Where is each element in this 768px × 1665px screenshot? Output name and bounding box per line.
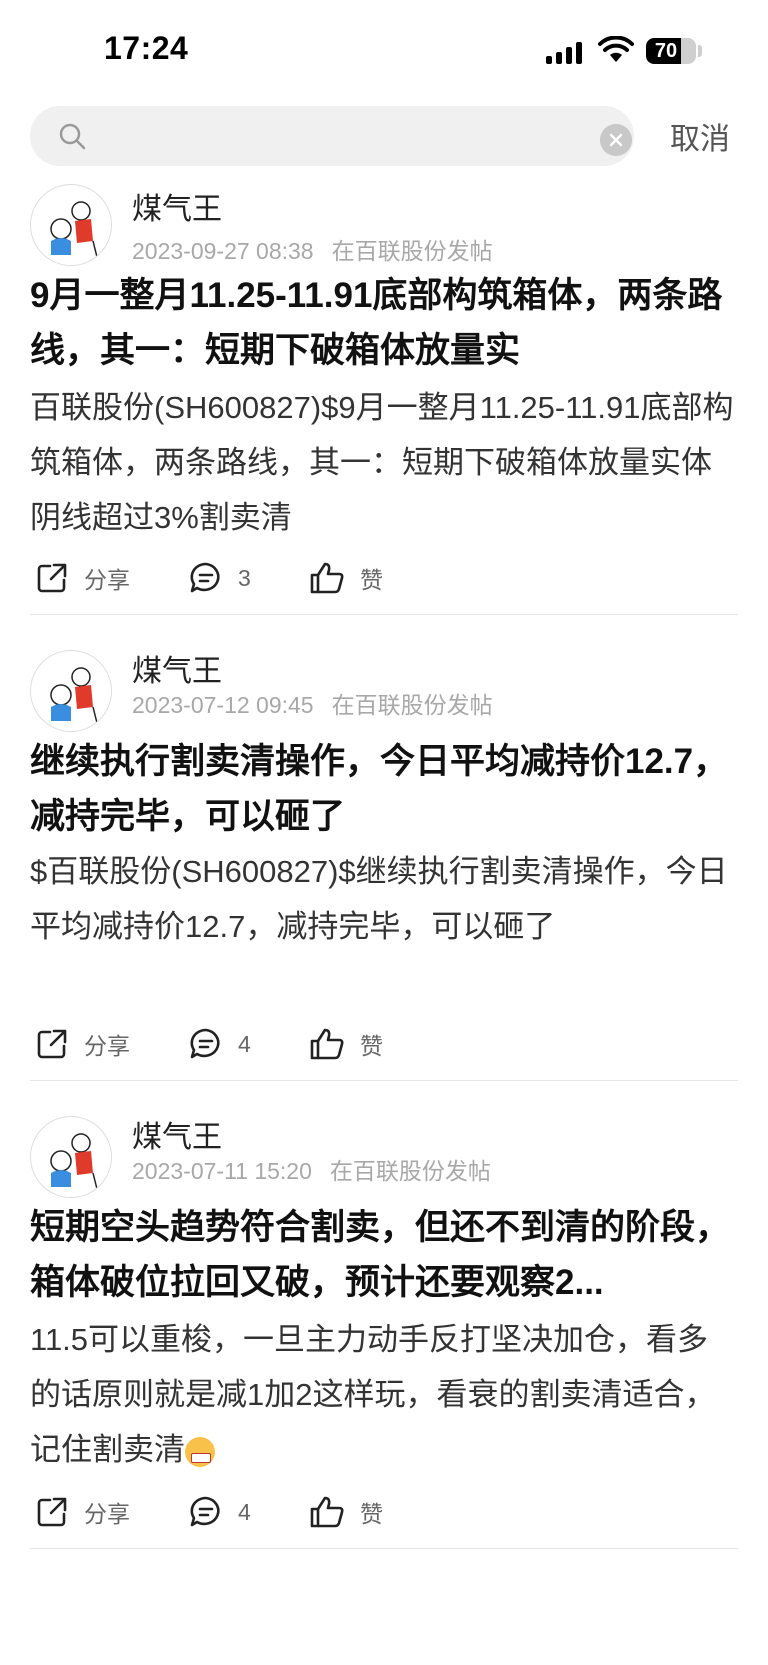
cellular-signal-icon <box>546 40 586 64</box>
share-label: 分享 <box>84 567 130 593</box>
post-title[interactable]: 短期空头趋势符合割卖，但还不到清的阶段，箱体破位拉回又破，预计还要观察2... <box>30 1200 738 1310</box>
share-icon <box>37 1029 67 1059</box>
avatar[interactable] <box>30 184 112 266</box>
post-actions: 分享 3 赞 <box>0 558 768 598</box>
divider <box>30 1080 738 1081</box>
status-bar: 17:24 70 <box>0 0 768 100</box>
post-card[interactable]: 煤气王 2023-07-11 15:20 在百联股份发帖 短期空头趋势符合割卖，但… <box>0 1112 768 1665</box>
share-button[interactable]: 分享 <box>34 1024 130 1064</box>
thumbs-up-icon <box>310 1496 344 1528</box>
like-label: 赞 <box>360 567 383 593</box>
search-bar[interactable] <box>30 106 634 166</box>
post-body-text: 11.5可以重梭，一旦主力动手反打坚决加仓，看多的话原则就是减1加2这样玩，看衰… <box>30 1322 716 1467</box>
comment-button[interactable]: 4 <box>188 1024 251 1064</box>
search-input[interactable] <box>102 116 576 158</box>
author-name[interactable]: 煤气王 <box>132 184 222 228</box>
search-icon <box>59 123 86 150</box>
clear-icon[interactable] <box>600 124 632 156</box>
author-name[interactable]: 煤气王 <box>132 1112 222 1156</box>
share-label: 分享 <box>84 1033 130 1059</box>
comment-count: 4 <box>238 1030 251 1057</box>
author-name[interactable]: 煤气王 <box>132 646 222 690</box>
avatar[interactable] <box>30 650 112 732</box>
battery-tip <box>698 45 702 57</box>
cancel-button[interactable]: 取消 <box>670 114 730 158</box>
divider <box>30 1548 738 1549</box>
post-card[interactable]: 煤气王 2023-09-27 08:38 在百联股份发帖 9月一整月11.25-1… <box>0 180 768 650</box>
like-button[interactable]: 赞 <box>308 1024 383 1064</box>
post-actions: 分享 4 赞 <box>0 1024 768 1064</box>
like-button[interactable]: 赞 <box>308 1492 383 1532</box>
post-timestamp: 2023-07-12 09:45 <box>132 692 314 718</box>
post-location[interactable]: 在百联股份发帖 <box>332 692 493 718</box>
grimace-emoji-icon <box>185 1436 215 1467</box>
wifi-icon <box>598 36 634 62</box>
post-location[interactable]: 在百联股份发帖 <box>332 238 493 264</box>
comment-count: 3 <box>238 564 251 591</box>
thumbs-up-icon <box>310 562 344 594</box>
post-timestamp: 2023-07-11 15:20 <box>132 1158 312 1184</box>
share-button[interactable]: 分享 <box>34 558 130 598</box>
post-timestamp: 2023-09-27 08:38 <box>132 238 314 264</box>
post-body[interactable]: $百联股份(SH600827)$继续执行割卖清操作，今日平均减持价12.7，减持… <box>30 844 738 954</box>
post-location[interactable]: 在百联股份发帖 <box>330 1158 491 1184</box>
comment-button[interactable]: 4 <box>188 1492 251 1532</box>
post-title[interactable]: 继续执行割卖清操作，今日平均减持价12.7，减持完毕，可以砸了 <box>30 734 738 844</box>
like-label: 赞 <box>360 1501 383 1527</box>
like-button[interactable]: 赞 <box>308 558 383 598</box>
comment-icon <box>190 1028 220 1059</box>
post-body[interactable]: 11.5可以重梭，一旦主力动手反打坚决加仓，看多的话原则就是减1加2这样玩，看衰… <box>30 1312 738 1477</box>
comment-icon <box>190 562 220 593</box>
post-meta: 2023-07-11 15:20 在百联股份发帖 <box>132 1152 491 1186</box>
status-time: 17:24 <box>104 30 189 66</box>
share-button[interactable]: 分享 <box>34 1492 130 1532</box>
post-title-text: 短期空头趋势符合割卖，但还不到清的阶段，箱体破位拉回又破，预计还要观察2... <box>30 1208 731 1302</box>
post-body[interactable]: 百联股份(SH600827)$9月一整月11.25-11.91底部构筑箱体，两条… <box>30 380 738 545</box>
like-label: 赞 <box>360 1033 383 1059</box>
share-label: 分享 <box>84 1501 130 1527</box>
battery-icon: 70 <box>646 38 696 64</box>
comment-icon <box>190 1496 220 1527</box>
comment-button[interactable]: 3 <box>188 558 251 598</box>
post-title[interactable]: 9月一整月11.25-11.91底部构筑箱体，两条路线，其一：短期下破箱体放量实 <box>30 268 738 378</box>
share-icon <box>37 1497 67 1527</box>
avatar[interactable] <box>30 1116 112 1198</box>
battery-percent: 70 <box>654 40 678 62</box>
share-icon <box>37 563 67 593</box>
post-actions: 分享 4 赞 <box>0 1492 768 1532</box>
divider <box>30 614 738 615</box>
post-meta: 2023-09-27 08:38 在百联股份发帖 <box>132 232 493 266</box>
post-meta: 2023-07-12 09:45 在百联股份发帖 <box>132 686 493 720</box>
thumbs-up-icon <box>310 1028 344 1060</box>
comment-count: 4 <box>238 1498 251 1525</box>
post-card[interactable]: 煤气王 2023-07-12 09:45 在百联股份发帖 继续执行割卖清操作，今日… <box>0 646 768 1116</box>
